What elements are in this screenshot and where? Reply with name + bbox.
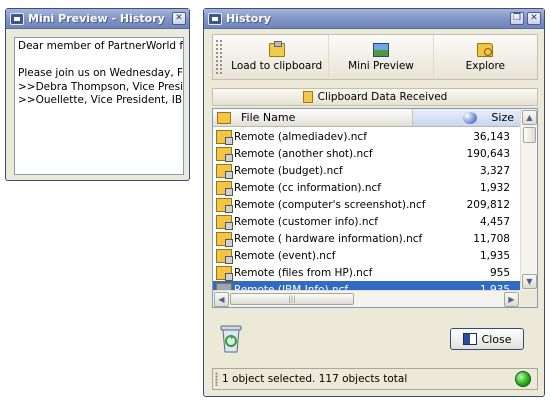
toolbar: Load to clipboard Mini Preview Explore xyxy=(212,34,538,80)
file-icon xyxy=(216,197,233,213)
section-label: Clipboard Data Received xyxy=(317,91,448,103)
scroll-down-button[interactable]: ▼ xyxy=(522,274,537,289)
vertical-scroll-thumb[interactable] xyxy=(523,127,536,143)
clipboard-icon xyxy=(268,40,285,57)
file-icon xyxy=(216,180,233,196)
scroll-left-button[interactable]: ◀ xyxy=(214,292,229,307)
statusbar-grip xyxy=(215,372,218,386)
file-name: Remote (cc information).ncf xyxy=(234,181,381,194)
column-header-size[interactable]: Size xyxy=(413,109,520,126)
history-titlebar[interactable]: History ❐ ✕ xyxy=(204,9,544,29)
file-size: 11,708 xyxy=(473,232,510,245)
file-icon xyxy=(216,163,233,179)
image-icon xyxy=(372,42,389,57)
mini-preview-window: Mini Preview - History ✕ Dear member of … xyxy=(5,8,190,181)
exit-door-icon xyxy=(462,333,477,345)
preview-label: Mini Preview xyxy=(348,59,414,72)
preview-line: >>Ouellette, Vice President, IBM V xyxy=(18,94,184,106)
file-icon xyxy=(216,129,233,145)
close-button[interactable]: Close xyxy=(450,328,524,350)
file-name: Remote (computer's screenshot).ncf xyxy=(234,198,426,211)
file-icon xyxy=(216,248,233,264)
table-row[interactable]: Remote (budget).ncf 3,327 xyxy=(213,162,520,179)
file-icon xyxy=(216,265,233,281)
table-row[interactable]: Remote (computer's screenshot).ncf 209,81… xyxy=(213,196,520,213)
file-size: 4,457 xyxy=(479,215,510,228)
file-size: 209,812 xyxy=(466,198,510,211)
horizontal-scrollbar[interactable]: ◀ ||| ▶ xyxy=(213,290,520,307)
file-icon xyxy=(216,146,233,162)
close-icon[interactable]: ✕ xyxy=(527,12,541,25)
section-header[interactable]: Clipboard Data Received xyxy=(212,88,538,106)
column-size-label: Size xyxy=(491,111,514,124)
load-to-clipboard-button[interactable]: Load to clipboard xyxy=(225,35,330,79)
file-icon xyxy=(216,231,233,247)
recycle-bin-icon[interactable] xyxy=(219,322,243,354)
table-row[interactable]: Remote (almediadev).ncf 36,143 xyxy=(213,128,520,145)
preview-line: Please join us on Wednesday, Fe xyxy=(18,67,184,79)
file-name: Remote (another shot).ncf xyxy=(234,147,373,160)
clipboard-icon xyxy=(302,91,313,103)
file-size: 36,143 xyxy=(473,130,510,143)
file-size: 3,327 xyxy=(479,164,510,177)
scroll-corner xyxy=(520,290,537,307)
window-menu-icon[interactable] xyxy=(10,12,24,25)
column-header-name[interactable]: File Name xyxy=(213,109,413,126)
explore-button[interactable]: Explore xyxy=(434,35,537,79)
table-row[interactable]: Remote (event).ncf 1,935 xyxy=(213,247,520,264)
list-header: File Name Size xyxy=(213,109,520,127)
mini-preview-button[interactable]: Mini Preview xyxy=(329,35,434,79)
preview-line: >>Debra Thompson, Vice Preside xyxy=(18,80,184,93)
folder-icon xyxy=(217,111,231,124)
connection-status-icon xyxy=(515,371,531,387)
table-row[interactable]: Remote (cc information).ncf 1,932 xyxy=(213,179,520,196)
window-menu-icon[interactable] xyxy=(208,12,222,25)
mini-preview-title: Mini Preview - History xyxy=(28,12,165,25)
table-row[interactable]: Remote ( hardware information).ncf 11,708 xyxy=(213,230,520,247)
status-bar: 1 object selected. 117 objects total xyxy=(212,368,538,390)
restore-icon[interactable]: ❐ xyxy=(510,12,524,25)
file-size: 955 xyxy=(489,266,510,279)
preview-line xyxy=(18,54,180,68)
table-row[interactable]: Remote (another shot).ncf 190,643 xyxy=(213,145,520,162)
horizontal-scroll-thumb[interactable]: ||| xyxy=(230,293,354,305)
toolbar-grip[interactable] xyxy=(215,39,223,75)
file-name: Remote ( hardware information).ncf xyxy=(234,232,423,245)
column-name-label: File Name xyxy=(241,111,296,124)
file-name: Remote (customer info).ncf xyxy=(234,215,378,228)
file-size: 1,932 xyxy=(479,181,510,194)
mini-preview-titlebar[interactable]: Mini Preview - History ✕ xyxy=(6,9,189,29)
file-name: Remote (event).ncf xyxy=(234,249,336,262)
file-name: Remote (almediadev).ncf xyxy=(234,130,367,143)
sort-indicator-icon xyxy=(463,111,478,124)
mini-preview-content: Dear member of PartnerWorld for Please j… xyxy=(14,37,184,175)
history-window: History ❐ ✕ Load to clipboard Mini Previ… xyxy=(203,8,545,397)
list-rows: Remote (almediadev).ncf 36,143 Remote (an… xyxy=(213,128,520,298)
close-label: Close xyxy=(481,332,512,346)
explore-label: Explore xyxy=(465,59,506,72)
file-size: 190,643 xyxy=(466,147,510,160)
file-icon xyxy=(216,214,233,230)
file-name: Remote (files from HP).ncf xyxy=(234,266,373,279)
load-label: Load to clipboard xyxy=(231,59,323,72)
scroll-right-button[interactable]: ▶ xyxy=(504,292,519,307)
preview-line: Dear member of PartnerWorld for xyxy=(18,40,184,52)
vertical-scrollbar[interactable]: ▲ ▼ xyxy=(520,109,537,290)
status-text: 1 object selected. 117 objects total xyxy=(222,373,408,385)
close-icon[interactable]: ✕ xyxy=(172,12,186,25)
explore-folder-icon xyxy=(477,42,494,57)
file-list[interactable]: File Name Size Remote (almediadev).ncf 36… xyxy=(212,108,538,308)
table-row[interactable]: Remote (customer info).ncf 4,457 xyxy=(213,213,520,230)
table-row[interactable]: Remote (files from HP).ncf 955 xyxy=(213,264,520,281)
file-size: 1,935 xyxy=(479,249,510,262)
history-title: History xyxy=(226,12,271,25)
scroll-up-button[interactable]: ▲ xyxy=(522,110,537,125)
file-name: Remote (budget).ncf xyxy=(234,164,343,177)
